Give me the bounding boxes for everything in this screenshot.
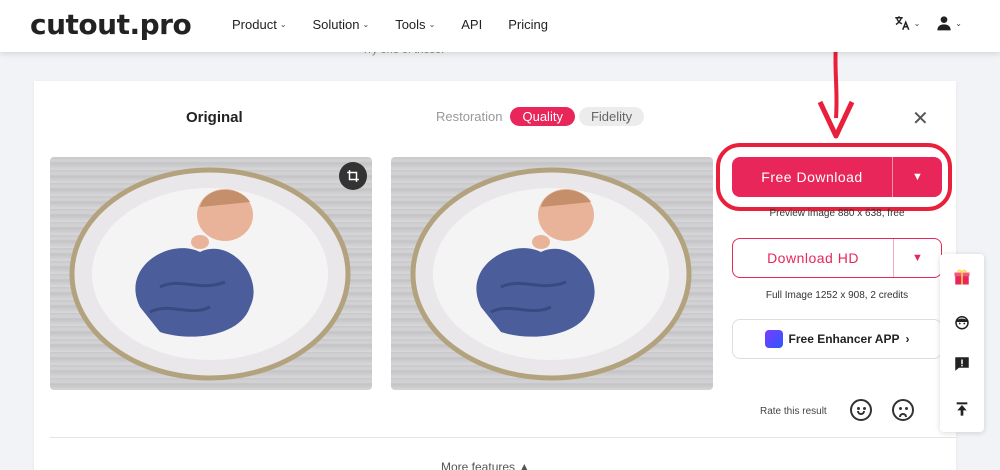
enhanced-image: [391, 157, 713, 390]
floating-toolbar: [940, 254, 984, 432]
nav-product[interactable]: Product ⌄: [232, 17, 287, 32]
logo[interactable]: cutout.pro: [30, 8, 192, 41]
download-hd-label: Download HD: [767, 250, 859, 266]
caret-down-icon[interactable]: ▼: [893, 171, 942, 183]
chevron-down-icon: ⌄: [279, 20, 287, 29]
caret-down-icon[interactable]: ▼: [894, 252, 941, 264]
button-divider: [893, 239, 894, 277]
divider: [50, 437, 956, 438]
support-icon[interactable]: [952, 312, 972, 332]
chevron-down-icon: ⌄: [955, 18, 962, 28]
free-download-button[interactable]: Free Download ▼: [732, 157, 942, 197]
more-features-toggle[interactable]: More features ▲: [441, 460, 530, 470]
restoration-label: Restoration: [436, 109, 503, 124]
tab-fidelity[interactable]: Fidelity: [578, 107, 645, 126]
smile-icon[interactable]: [850, 399, 872, 421]
chevron-right-icon: ›: [905, 332, 910, 346]
back-to-top-icon[interactable]: [952, 399, 972, 419]
tab-quality[interactable]: Quality: [510, 107, 575, 126]
original-title: Original: [186, 109, 243, 126]
user-icon: [937, 16, 951, 31]
nav-api[interactable]: API: [461, 17, 482, 32]
main-nav: Product ⌄ Solution ⌄ Tools ⌄ API Pricing: [232, 17, 574, 32]
free-enhancer-app-button[interactable]: Free Enhancer APP ›: [732, 319, 942, 359]
app-button-label: Free Enhancer APP: [788, 332, 900, 346]
gift-icon[interactable]: [952, 267, 972, 287]
mode-tabs: Restoration Quality Fidelity: [430, 107, 645, 126]
chevron-down-icon: ⌄: [362, 20, 370, 29]
crop-icon[interactable]: [339, 162, 367, 190]
nav-pricing[interactable]: Pricing: [508, 17, 548, 32]
nav-tools[interactable]: Tools ⌄: [395, 17, 435, 32]
rate-label: Rate this result: [760, 406, 827, 417]
free-download-label: Free Download: [761, 169, 863, 185]
header-actions: ⌄ ⌄: [893, 14, 962, 32]
sad-icon[interactable]: [892, 399, 914, 421]
nav-label: Product: [232, 17, 277, 32]
translate-icon: [894, 16, 910, 31]
chevron-down-icon: ⌄: [428, 20, 436, 29]
more-features-label: More features: [441, 460, 516, 470]
close-icon[interactable]: ✕: [912, 106, 929, 131]
preview-note: Preview image 880 x 638, free: [769, 208, 905, 219]
download-hd-button[interactable]: Download HD ▼: [732, 238, 942, 278]
nav-label: Pricing: [508, 17, 548, 32]
feedback-icon[interactable]: [952, 354, 972, 374]
chevron-down-icon: ⌄: [913, 18, 921, 28]
app-logo-icon: [764, 330, 783, 348]
nav-label: Tools: [395, 17, 426, 32]
nav-solution[interactable]: Solution ⌄: [313, 17, 370, 32]
account-button[interactable]: ⌄: [936, 15, 962, 31]
arrow-down-icon: [817, 41, 855, 139]
language-button[interactable]: ⌄: [893, 14, 921, 32]
top-header: cutout.pro Product ⌄ Solution ⌄ Tools ⌄ API…: [0, 0, 1000, 52]
full-image-note: Full Image 1252 x 908, 2 credits: [765, 290, 909, 301]
nav-label: API: [461, 17, 483, 32]
original-image: [50, 157, 372, 390]
nav-label: Solution: [312, 17, 360, 32]
